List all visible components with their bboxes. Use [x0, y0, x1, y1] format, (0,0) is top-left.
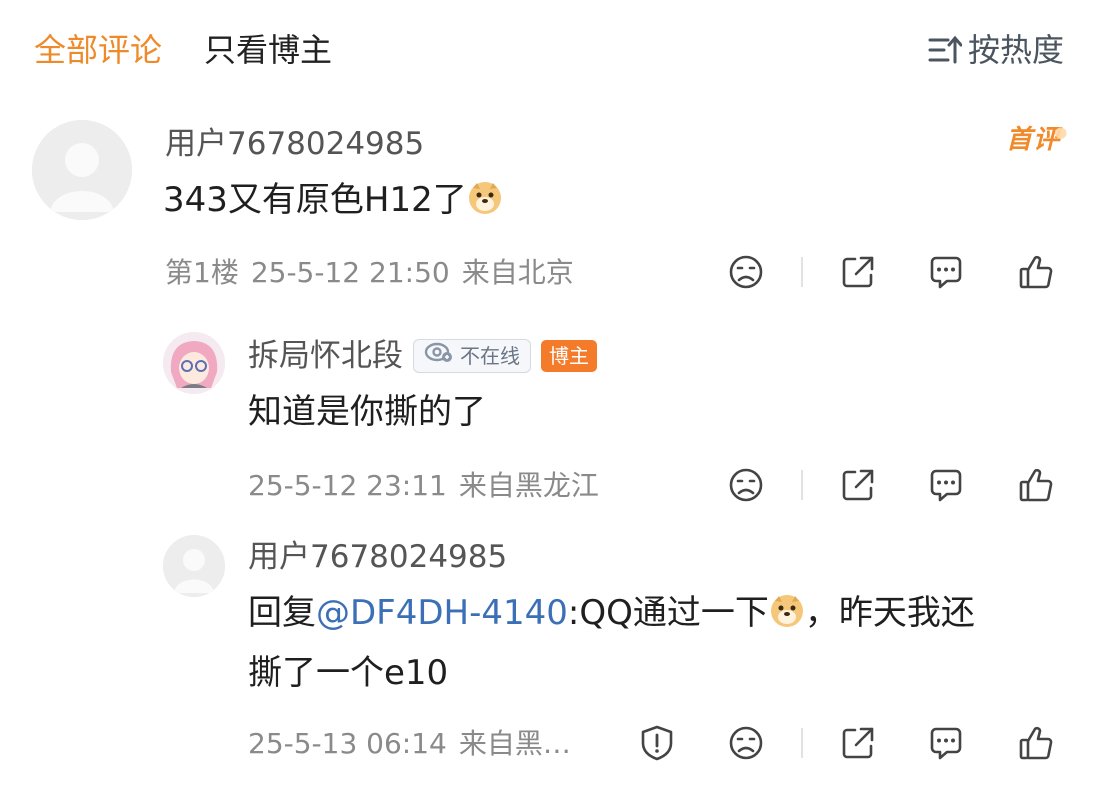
reply-location: 来自黑… [458, 727, 571, 760]
action-divider [801, 257, 803, 287]
sort-icon [928, 35, 962, 65]
mention-link[interactable]: @DF4DH-4140 [316, 593, 568, 633]
reply-location: 来自黑龙江 [458, 469, 599, 502]
reply-header: 拆局怀北段 不在线 博主 [248, 336, 597, 376]
doge-emoji [769, 593, 805, 629]
comment-meta: 第1楼 25-5-12 21:50 来自北京 [165, 253, 574, 293]
dislike-icon[interactable] [726, 723, 766, 763]
comment-icon[interactable] [926, 723, 966, 763]
report-icon[interactable] [637, 723, 677, 763]
like-icon[interactable] [1016, 465, 1056, 505]
comment-text: 343又有原色H12了 [163, 172, 503, 228]
reply-time: 25-5-13 06:14 [248, 727, 447, 760]
sort-button[interactable]: 按热度 [928, 28, 1064, 72]
share-icon[interactable] [838, 465, 878, 505]
share-icon[interactable] [838, 252, 878, 292]
floor-label: 第1楼 [165, 256, 239, 289]
reply-meta: 25-5-12 23:11 来自黑龙江 [248, 466, 599, 506]
dislike-icon[interactable] [726, 465, 766, 505]
reply-text: 知道是你撕的了 [248, 392, 486, 432]
tab-blogger-only[interactable]: 只看博主 [204, 28, 332, 72]
comment-location: 来自北京 [461, 256, 574, 289]
like-icon[interactable] [1016, 252, 1056, 292]
reply-meta: 25-5-13 06:14 来自黑… [248, 724, 571, 764]
online-status-text: 不在线 [460, 344, 520, 368]
tab-all-comments[interactable]: 全部评论 [34, 28, 162, 72]
share-icon[interactable] [838, 723, 878, 763]
reply-username[interactable]: 用户7678024985 [248, 537, 507, 577]
avatar[interactable] [163, 332, 225, 394]
comment-username[interactable]: 用户7678024985 [165, 124, 424, 164]
reply-text: 回复@DF4DH-4140:QQ通过一下 ，昨天我还 撕了一个e10 [248, 593, 975, 693]
comment-icon[interactable] [926, 252, 966, 292]
sort-label: 按热度 [967, 31, 1064, 69]
online-status-badge: 不在线 [413, 339, 531, 373]
blogger-badge: 博主 [541, 340, 597, 372]
action-divider [801, 728, 803, 758]
comment-icon[interactable] [926, 465, 966, 505]
comment-time: 25-5-12 21:50 [250, 256, 450, 289]
reply-username[interactable]: 拆局怀北段 [248, 336, 403, 376]
like-icon[interactable] [1016, 723, 1056, 763]
first-comment-badge: 首评 [1006, 120, 1075, 160]
avatar[interactable] [163, 535, 225, 597]
action-divider [801, 470, 803, 500]
dislike-icon[interactable] [726, 252, 766, 292]
avatar[interactable] [32, 120, 132, 220]
reply-time: 25-5-12 23:11 [248, 469, 447, 502]
offline-eye-icon [424, 336, 454, 376]
doge-emoji [467, 180, 503, 216]
